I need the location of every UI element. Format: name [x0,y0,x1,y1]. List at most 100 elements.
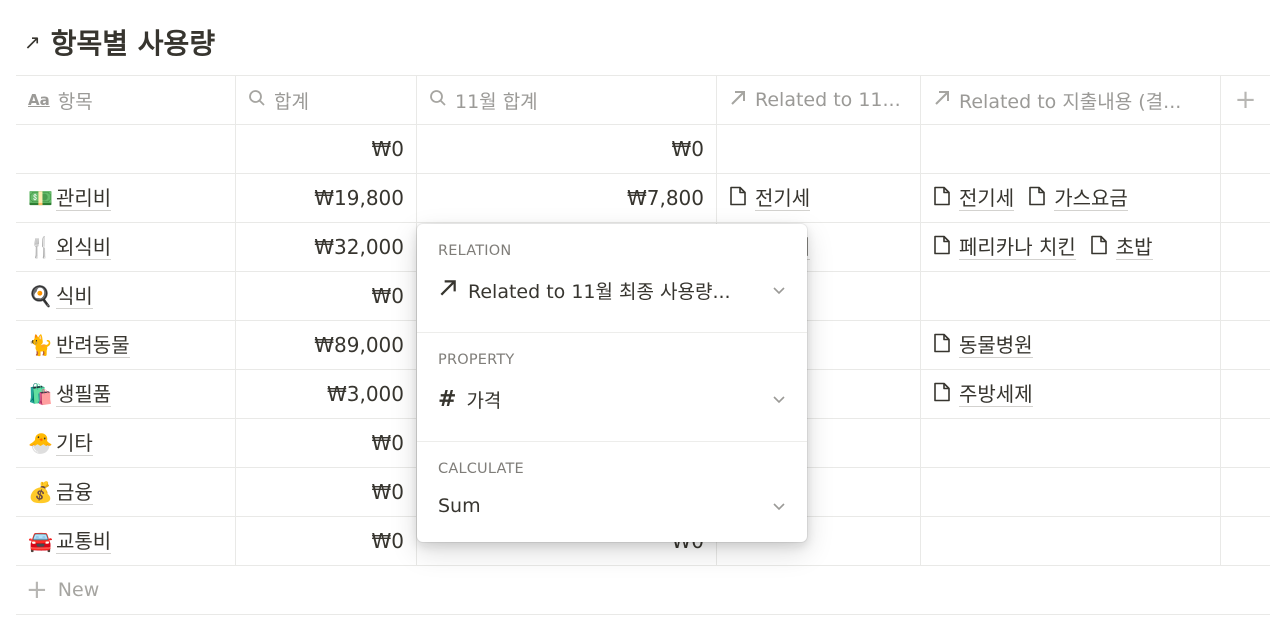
search-icon [429,89,447,112]
page-emoji-icon: 🛍️ [28,382,53,406]
row-total-cell: ₩32,000 [236,223,417,271]
row-name[interactable]: 교통비 [56,529,112,554]
row-name-cell[interactable]: 🍴 외식비 [16,223,236,271]
row-relation-2-cell[interactable]: 전기세 가스요금 [921,174,1221,222]
related-page-title: 주방세제 [959,381,1033,407]
relation-label: RELATION [438,243,512,259]
property-select[interactable]: # 가격 [438,386,786,413]
calculate-select[interactable]: Sum [438,495,786,517]
row-empty-cell [1221,321,1270,369]
related-page-title: 전기세 [755,185,811,211]
relation-arrow-icon [933,89,951,112]
row-relation-2-cell[interactable]: 페리카나 치킨 초밥 [921,223,1221,271]
row-empty-cell [1221,223,1270,271]
chevron-down-icon [772,497,786,516]
page-icon [1028,186,1046,211]
column-header-nov-total[interactable]: 11월 합계 [417,76,717,124]
page-icon [729,186,747,211]
property-label: PROPERTY [438,352,515,368]
row-name-cell[interactable]: 🚘 교통비 [16,517,236,565]
page-icon [1090,235,1108,260]
column-header-total[interactable]: 합계 [236,76,417,124]
summary-nov-total: ₩0 [417,125,717,173]
column-header-relation-2[interactable]: Related to 지출내용 (결... [921,76,1221,124]
related-page-title: 초밥 [1115,234,1153,260]
row-empty-cell [1221,419,1270,467]
row-name-cell[interactable]: 💵 관리비 [16,174,236,222]
row-total-cell: ₩0 [236,517,417,565]
related-page-link[interactable]: 초밥 [1090,235,1153,260]
row-name[interactable]: 금융 [56,480,93,505]
row-name[interactable]: 외식비 [56,235,112,260]
page-icon [933,382,951,407]
related-page-link[interactable]: 주방세제 [933,382,1033,407]
column-header-name[interactable]: Aa 항목 [16,76,236,124]
row-nov-total-cell: ₩7,800 [417,174,717,222]
summary-row: ₩0 ₩0 [16,125,1270,174]
related-page-title: 가스요금 [1054,185,1128,211]
row-empty-cell [1221,174,1270,222]
related-page-link[interactable]: 전기세 [729,185,811,211]
table-row[interactable]: 💵 관리비 ₩19,800 ₩7,800 전기세 전기세 가스요금 [16,174,1270,223]
relation-section: RELATION Related to 11월 최종 사용량... [417,224,807,333]
page-emoji-icon: 🐣 [28,431,53,455]
page-title: ↗ 항목별 사용량 [24,22,215,62]
row-relation-2-cell[interactable] [921,517,1221,565]
row-name[interactable]: 기타 [56,431,93,456]
calculate-label: CALCULATE [438,461,524,477]
column-header-relation-1[interactable]: Related to 11... [717,76,921,124]
page-emoji-icon: 💰 [28,480,53,504]
row-name-cell[interactable]: 🐈 반려동물 [16,321,236,369]
plus-icon: + [26,575,48,605]
row-total-cell: ₩3,000 [236,370,417,418]
row-relation-2-cell[interactable] [921,468,1221,516]
search-icon [248,89,266,112]
row-relation-1-cell[interactable]: 전기세 [717,174,921,222]
related-page-link[interactable]: 가스요금 [1028,186,1128,211]
new-row-button[interactable]: + New [16,566,1270,615]
row-total-cell: ₩0 [236,272,417,320]
related-page-title: 동물병원 [959,332,1033,358]
row-total-cell: ₩19,800 [236,174,417,222]
row-name[interactable]: 반려동물 [56,333,130,358]
property-section: PROPERTY # 가격 [417,333,807,442]
page-emoji-icon: 🍴 [28,235,53,259]
rollup-config-popup: RELATION Related to 11월 최종 사용량... PROPER… [417,224,807,542]
related-page-link[interactable]: 페리카나 치킨 [933,235,1076,260]
row-empty-cell [1221,517,1270,565]
page-icon [933,186,951,211]
related-page-link[interactable]: 동물병원 [933,333,1033,358]
summary-total: ₩0 [236,125,417,173]
row-relation-2-cell[interactable]: 동물병원 [921,321,1221,369]
relation-arrow-icon [729,89,747,112]
row-total-cell: ₩89,000 [236,321,417,369]
row-name-cell[interactable]: 🍳 식비 [16,272,236,320]
row-total-cell: ₩0 [236,419,417,467]
page-emoji-icon: 🚘 [28,529,53,553]
row-empty-cell [1221,468,1270,516]
chevron-down-icon [772,390,786,409]
row-name-cell[interactable]: 🐣 기타 [16,419,236,467]
row-name-cell[interactable]: 💰 금융 [16,468,236,516]
related-page-title: 전기세 [959,185,1015,211]
text-property-icon: Aa [28,91,50,109]
row-name[interactable]: 관리비 [56,186,112,211]
add-property-button[interactable]: + [1221,76,1270,124]
row-relation-2-cell[interactable] [921,419,1221,467]
page-emoji-icon: 🍳 [28,284,53,308]
related-page-link[interactable]: 전기세 [933,185,1015,211]
row-empty-cell [1221,370,1270,418]
relation-select[interactable]: Related to 11월 최종 사용량... [438,277,786,304]
row-name[interactable]: 생필품 [56,382,112,407]
chevron-down-icon [772,281,786,300]
relation-arrow-icon [438,278,458,303]
row-name-cell[interactable]: 🛍️ 생필품 [16,370,236,418]
calculate-section: CALCULATE Sum [417,442,807,551]
page-emoji-icon: 💵 [28,186,53,210]
page-icon [933,235,951,260]
page-emoji-icon: 🐈 [28,333,53,357]
row-relation-2-cell[interactable] [921,272,1221,320]
row-relation-2-cell[interactable]: 주방세제 [921,370,1221,418]
page-title-text: 항목별 사용량 [50,27,216,60]
row-name[interactable]: 식비 [56,284,93,309]
